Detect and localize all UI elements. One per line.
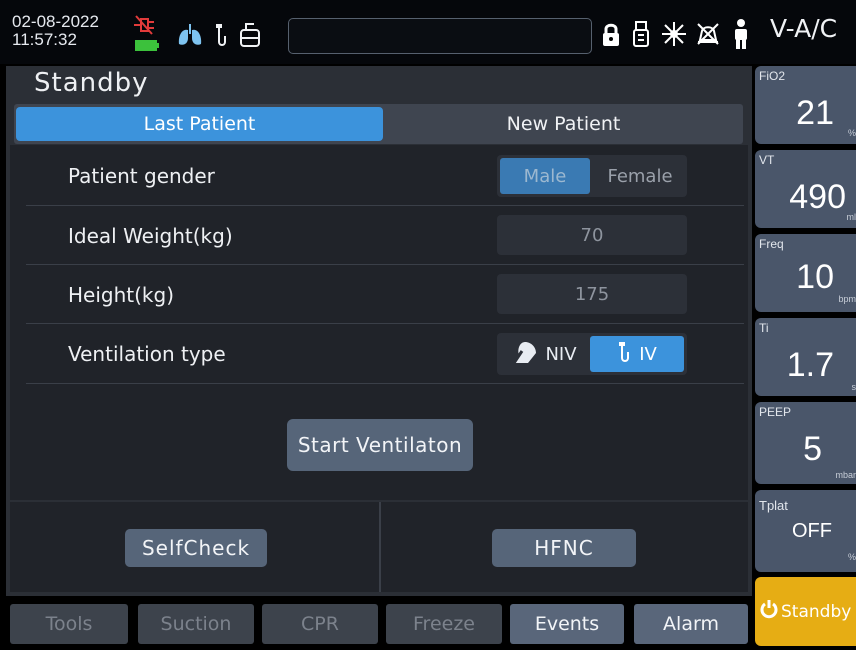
param-name: FiO2 — [759, 69, 786, 83]
param-unit: mbar — [835, 470, 856, 480]
param-unit: ml — [846, 212, 856, 222]
nav-cpr-button[interactable]: CPR — [262, 604, 378, 644]
alarm-silenced-icon — [694, 20, 722, 48]
param-value: 5 — [803, 430, 822, 468]
gender-label: Patient gender — [68, 164, 215, 188]
start-ventilation-button[interactable]: Start Ventilaton — [287, 419, 473, 471]
ventilation-niv-option[interactable]: NIV — [502, 336, 586, 372]
tab-new-patient[interactable]: New Patient — [386, 107, 741, 141]
status-date: 02-08-2022 — [12, 12, 99, 31]
param-tplat[interactable]: Tplat OFF % — [755, 490, 856, 572]
param-name: Freq — [759, 237, 784, 251]
standby-label: Standby — [781, 601, 852, 622]
nav-alarm-button[interactable]: Alarm — [634, 604, 748, 644]
nav-tools-button[interactable]: Tools — [10, 604, 128, 644]
tab-last-patient[interactable]: Last Patient — [16, 107, 383, 141]
nav-suction-button[interactable]: Suction — [138, 604, 254, 644]
hfnc-button[interactable]: HFNC — [492, 529, 636, 567]
param-unit: % — [847, 128, 856, 138]
divider — [26, 323, 744, 324]
lock-icon — [600, 22, 622, 48]
param-name: Ti — [759, 321, 769, 335]
message-box — [288, 18, 592, 54]
iv-label: IV — [639, 343, 657, 365]
power-icon — [759, 599, 779, 624]
divider — [379, 502, 381, 592]
ac-power-disconnected-icon — [132, 14, 156, 36]
height-label: Height(kg) — [68, 283, 174, 307]
mask-icon — [511, 339, 539, 370]
nav-freeze-button[interactable]: Freeze — [386, 604, 502, 644]
param-freq[interactable]: Freq 10 bpm — [755, 234, 856, 312]
network-icon — [660, 20, 688, 48]
param-value: 490 — [789, 178, 846, 216]
gender-female-option[interactable]: Female — [594, 158, 686, 194]
battery-icon — [134, 38, 160, 52]
nav-events-button[interactable]: Events — [510, 604, 624, 644]
height-field[interactable]: 175 — [497, 274, 687, 314]
divider — [26, 205, 744, 206]
param-value: 10 — [796, 258, 834, 296]
weight-label: Ideal Weight(kg) — [68, 224, 233, 248]
param-name: Tplat — [759, 498, 788, 513]
ventilation-type-label: Ventilation type — [68, 342, 226, 366]
selfcheck-button[interactable]: SelfCheck — [125, 529, 267, 567]
param-ti[interactable]: Ti 1.7 s — [755, 318, 856, 396]
param-name: VT — [759, 153, 775, 167]
divider — [26, 383, 744, 384]
page-title: Standby — [34, 68, 149, 98]
gender-male-option[interactable]: Male — [500, 158, 590, 194]
divider — [26, 264, 744, 265]
param-vt[interactable]: VT 490 ml — [755, 150, 856, 228]
ventilation-iv-option[interactable]: IV — [590, 336, 684, 372]
tube-icon — [617, 340, 631, 369]
param-unit: s — [851, 382, 856, 392]
param-fio2[interactable]: FiO2 21 % — [755, 66, 856, 144]
param-value: OFF — [792, 520, 832, 542]
usb-icon — [632, 20, 650, 50]
status-time: 11:57:32 — [12, 30, 77, 49]
standby-button[interactable]: Standby — [755, 577, 856, 646]
patient-icon — [730, 18, 752, 50]
param-unit: bpm — [838, 294, 856, 304]
tube-icon — [212, 22, 230, 48]
param-unit: % — [847, 552, 856, 562]
lungs-icon — [176, 22, 204, 48]
ventilation-mode[interactable]: V-A/C — [770, 14, 837, 43]
niv-label: NIV — [545, 343, 577, 365]
param-name: PEEP — [759, 405, 792, 419]
param-peep[interactable]: PEEP 5 mbar — [755, 402, 856, 484]
ideal-weight-field[interactable]: 70 — [497, 215, 687, 255]
param-value: 21 — [796, 94, 834, 132]
humidifier-icon — [236, 20, 264, 50]
param-value: 1.7 — [786, 346, 834, 384]
